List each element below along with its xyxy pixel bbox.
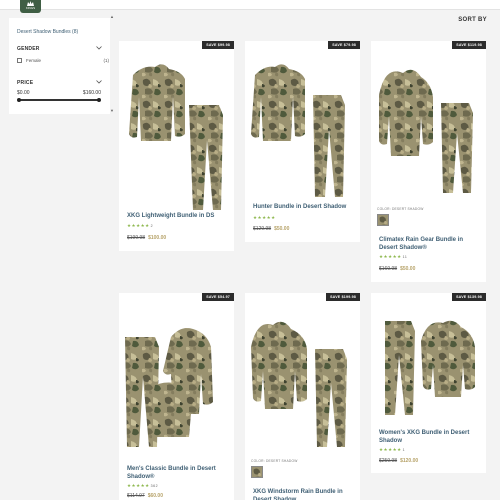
top-bar xyxy=(0,0,500,10)
rating-stars: ★★★★★11 xyxy=(379,254,408,259)
rating-stars: ★★★★★1 xyxy=(379,447,406,452)
color-label: COLOR: DESERT SHADOW xyxy=(377,207,424,211)
sale-price: $60.00 xyxy=(147,493,163,499)
brand-logo[interactable]: KINGS xyxy=(20,0,41,13)
color-label: COLOR: DESERT SHADOW xyxy=(251,459,298,463)
sale-price: $50.00 xyxy=(274,226,290,232)
review-count: 11 xyxy=(402,255,408,259)
price-slider-track[interactable] xyxy=(19,99,99,101)
original-price: $259.98 xyxy=(379,458,398,464)
savings-badge: SAVE $79.98 xyxy=(328,41,360,49)
scroll-up-arrow-icon[interactable]: ▲ xyxy=(110,14,114,19)
product-card[interactable]: SAVE $139.98 Women's XKG Bundle in Deser… xyxy=(371,293,486,473)
color-swatch[interactable] xyxy=(251,466,263,478)
breadcrumb[interactable]: Desert Shadow Bundles (8) xyxy=(17,29,78,35)
sort-by-button[interactable]: SORT BY xyxy=(458,17,487,23)
gender-option-female[interactable]: Female (1) xyxy=(17,58,109,64)
product-image[interactable] xyxy=(119,307,234,457)
product-image[interactable] xyxy=(371,55,486,205)
rating-stars: ★★★★★ xyxy=(253,215,276,220)
savings-badge: SAVE $139.98 xyxy=(452,293,486,301)
savings-badge: SAVE $99.98 xyxy=(202,41,234,49)
product-name[interactable]: Women's XKG Bundle in Desert Shadow xyxy=(379,430,480,445)
product-name[interactable]: Men's Classic Bundle in Desert Shadow® xyxy=(127,466,228,481)
product-name[interactable]: XKG Windstorm Rain Bundle in Desert Shad… xyxy=(253,489,354,500)
price: $114.97 $60.00 xyxy=(127,493,163,499)
product-card[interactable]: SAVE $99.98 XKG Lightweight Bundle in DS… xyxy=(119,41,234,251)
original-price: $199.98 xyxy=(127,235,146,241)
gender-facet-title[interactable]: GENDER xyxy=(17,46,40,52)
review-count: 1 xyxy=(402,448,406,452)
product-name[interactable]: Climatex Rain Gear Bundle in Desert Shad… xyxy=(379,237,480,252)
product-card[interactable]: SAVE $79.98 Hunter Bundle in Desert Shad… xyxy=(245,41,360,242)
filter-sidebar: Desert Shadow Bundles (8) GENDER Female … xyxy=(9,18,110,114)
product-card[interactable]: SAVE $199.98 COLOR: DESERT SHADOW XKG Wi… xyxy=(245,293,360,500)
chevron-down-icon[interactable] xyxy=(96,80,102,84)
sale-price: $100.00 xyxy=(148,235,167,241)
female-checkbox[interactable] xyxy=(17,58,22,63)
chevron-down-icon[interactable] xyxy=(96,46,102,50)
product-image[interactable] xyxy=(245,307,360,457)
price-facet-title[interactable]: PRICE xyxy=(17,80,33,86)
savings-badge: SAVE $54.97 xyxy=(202,293,234,301)
price: $129.98 $50.00 xyxy=(253,226,289,232)
scroll-down-arrow-icon[interactable]: ▼ xyxy=(110,108,114,113)
sale-price: $120.00 xyxy=(400,458,419,464)
price-max-label: $160.00 xyxy=(82,90,101,96)
option-label: Female xyxy=(26,58,42,63)
savings-badge: SAVE $199.98 xyxy=(326,293,360,301)
price-slider-max-handle[interactable] xyxy=(97,98,101,102)
original-price: $129.98 xyxy=(253,226,272,232)
logo-text: KINGS xyxy=(25,6,36,10)
price: $169.98 $50.00 xyxy=(379,266,415,272)
rating-stars: ★★★★★362 xyxy=(127,483,159,488)
price-slider-min-handle[interactable] xyxy=(17,98,21,102)
product-image[interactable] xyxy=(371,307,486,425)
original-price: $169.98 xyxy=(379,266,398,272)
price: $199.98 $100.00 xyxy=(127,235,166,241)
color-swatch[interactable] xyxy=(377,214,389,226)
crown-icon xyxy=(27,1,34,6)
price-min-label: $0.00 xyxy=(17,90,30,96)
price: $259.98 $120.00 xyxy=(379,458,418,464)
product-name[interactable]: XKG Lightweight Bundle in DS xyxy=(127,213,228,221)
review-count: 2 xyxy=(150,224,154,228)
product-image[interactable] xyxy=(245,55,360,205)
savings-badge: SAVE $119.98 xyxy=(452,41,486,49)
review-count: 362 xyxy=(150,484,159,488)
original-price: $114.97 xyxy=(127,493,145,499)
rating-stars: ★★★★★2 xyxy=(127,223,154,228)
product-card[interactable]: SAVE $119.98 COLOR: DESERT SHADOW Climat… xyxy=(371,41,486,282)
product-name[interactable]: Hunter Bundle in Desert Shadow xyxy=(253,204,354,212)
sale-price: $50.00 xyxy=(400,266,416,272)
product-image[interactable] xyxy=(119,55,234,225)
product-card[interactable]: SAVE $54.97 Men's Classic Bundle in Dese… xyxy=(119,293,234,500)
option-count: (1) xyxy=(103,58,110,63)
